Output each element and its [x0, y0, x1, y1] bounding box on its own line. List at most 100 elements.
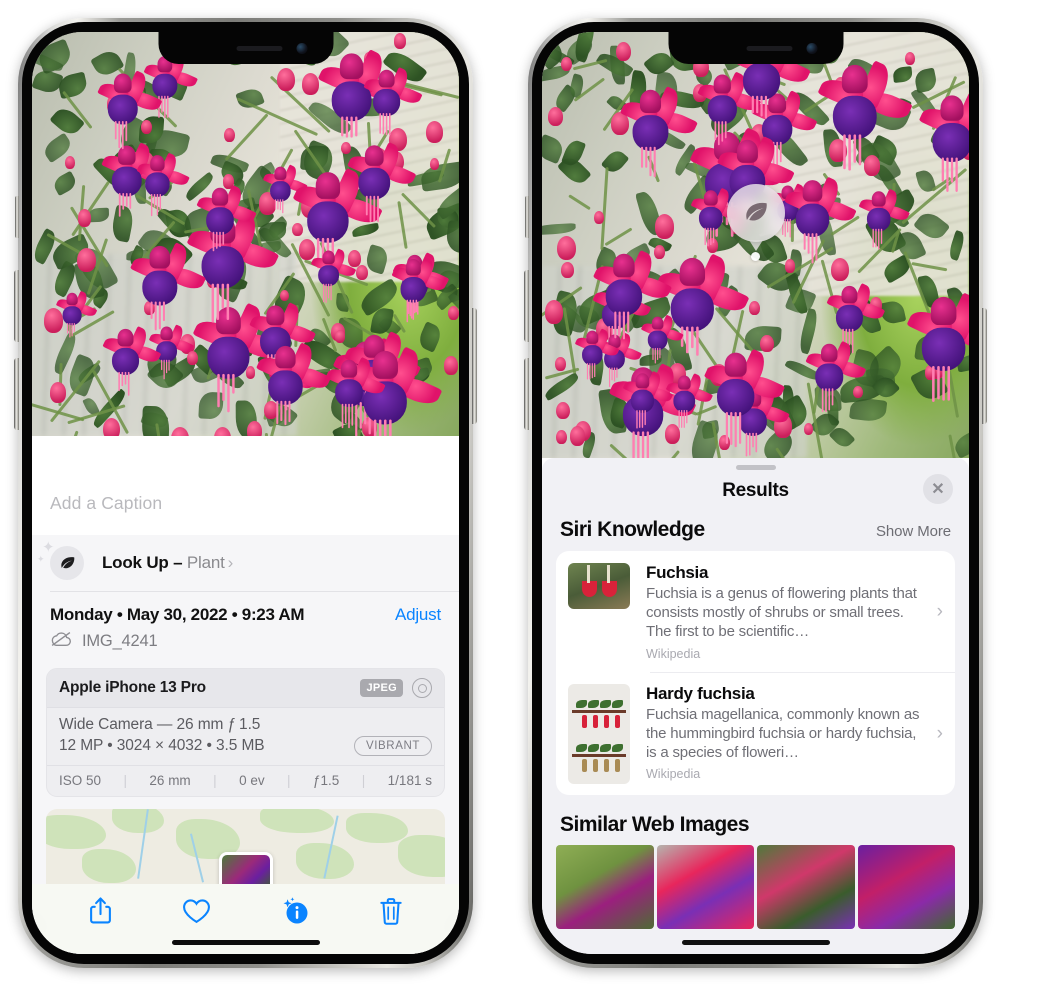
photo-bud	[277, 67, 296, 92]
similar-web-image[interactable]	[556, 844, 654, 929]
earpiece-speaker	[746, 45, 792, 51]
knowledge-result-row[interactable]: Hardy fuchsia Fuchsia magellanica, common…	[556, 671, 955, 795]
photo-bud	[425, 120, 444, 144]
screen-left: Add a Caption ✦ ✦ Look Up – Plant › Monda…	[32, 32, 459, 954]
notch	[158, 32, 333, 64]
power-button[interactable]	[982, 308, 987, 424]
map-photo-pin[interactable]	[218, 852, 273, 884]
photo-bud	[560, 56, 572, 71]
photo-bud	[299, 239, 315, 260]
photo-bud	[555, 430, 567, 445]
photo-bud	[718, 434, 731, 450]
photo-bud	[393, 32, 407, 49]
photo-bud	[187, 350, 199, 366]
photo-bud	[853, 386, 863, 399]
home-indicator[interactable]	[681, 940, 830, 945]
close-icon[interactable]: ✕	[923, 474, 953, 504]
photo-bud	[292, 222, 303, 237]
image-size-info: 12 MP • 3024 × 4032 • 3.5 MB	[59, 737, 265, 754]
trash-icon[interactable]	[379, 897, 403, 926]
photo-bud	[224, 127, 235, 142]
lens-info: Wide Camera — 26 mm ƒ 1.5	[59, 716, 261, 733]
exif-stat: 0 ev	[239, 773, 265, 788]
share-icon[interactable]	[88, 896, 113, 926]
sparkle-small-icon: ✦	[37, 554, 45, 564]
result-title: Hardy fuchsia	[646, 683, 755, 703]
front-camera-icon	[296, 42, 307, 54]
photo-toolbar	[32, 884, 459, 932]
photo-bud	[247, 421, 263, 436]
photo-bud	[355, 264, 368, 281]
exif-stat: 26 mm	[149, 773, 191, 788]
visual-lookup-pin[interactable]	[726, 184, 785, 261]
similar-web-image[interactable]	[857, 844, 955, 929]
knowledge-result-row[interactable]: Fuchsia Fuchsia is a genus of flowering p…	[556, 551, 955, 672]
section-title: Similar Web Images	[560, 812, 750, 836]
photo-filename: IMG_4241	[82, 632, 158, 650]
exif-separator: |	[123, 773, 127, 788]
volume-up-button[interactable]	[524, 270, 529, 342]
photo-bud	[748, 300, 760, 316]
chevron-right-icon: ›	[936, 722, 943, 744]
camera-model: Apple iPhone 13 Pro	[59, 679, 206, 696]
volume-down-button[interactable]	[14, 358, 19, 430]
volume-down-button[interactable]	[524, 358, 529, 430]
photo-bud	[555, 357, 566, 371]
caption-input[interactable]: Add a Caption	[32, 474, 459, 535]
photo-bud	[341, 141, 351, 154]
siri-knowledge-card: Fuchsia Fuchsia is a genus of flowering p…	[556, 551, 955, 795]
format-badge: JPEG	[360, 679, 403, 697]
section-title: Siri Knowledge	[560, 518, 705, 541]
photo-bud	[102, 417, 120, 436]
sparkle-icon: ✦	[42, 539, 55, 556]
result-description: Fuchsia is a genus of flowering plants t…	[646, 585, 917, 641]
results-sheet: Results ✕ Siri Knowledge Show More Fuchs…	[542, 458, 969, 954]
raw-capture-icon	[412, 678, 432, 698]
show-more-button[interactable]: Show More	[876, 523, 951, 540]
mute-switch[interactable]	[15, 196, 19, 238]
photo-bud	[545, 300, 563, 324]
heart-icon[interactable]	[182, 898, 211, 924]
photo-viewer[interactable]	[542, 32, 969, 458]
volume-up-button[interactable]	[14, 270, 19, 342]
photo-bud	[654, 244, 666, 259]
photo-info-sheet: Add a Caption ✦ ✦ Look Up – Plant › Monda…	[32, 474, 459, 954]
exif-separator: |	[213, 773, 217, 788]
leaf-icon[interactable]	[726, 184, 785, 242]
photo-bud	[593, 211, 604, 224]
look-up-label: Look Up – Plant ›	[102, 553, 233, 573]
photo-bud	[557, 236, 576, 261]
sheet-title: Results	[722, 480, 789, 501]
exif-badges: JPEG	[360, 678, 432, 698]
phone-left: Add a Caption ✦ ✦ Look Up – Plant › Monda…	[14, 18, 477, 968]
photo-bud	[64, 156, 75, 170]
photo-bud	[863, 155, 880, 177]
result-source: Wikipedia	[646, 646, 701, 661]
exif-stat: ƒ1.5	[313, 773, 340, 788]
home-indicator[interactable]	[32, 932, 459, 954]
photo-bud	[760, 334, 774, 352]
notch	[668, 32, 843, 64]
info-sparkle-icon[interactable]	[280, 896, 310, 926]
look-up-category: Plant	[186, 553, 225, 572]
photo-bud	[430, 157, 440, 170]
photographic-style-badge: VIBRANT	[353, 736, 432, 756]
photo-date: Monday • May 30, 2022 • 9:23 AM	[50, 605, 305, 624]
photo-bud	[44, 308, 63, 333]
earpiece-speaker	[236, 45, 282, 51]
photo-viewer[interactable]	[32, 32, 459, 436]
pin-dot	[751, 252, 760, 261]
mute-switch[interactable]	[525, 196, 529, 238]
result-body: Fuchsia Fuchsia is a genus of flowering p…	[646, 563, 929, 661]
adjust-button[interactable]: Adjust	[395, 605, 441, 625]
exif-stat: ISO 50	[59, 773, 102, 788]
photo-bud	[443, 356, 458, 375]
look-up-row[interactable]: ✦ ✦ Look Up – Plant ›	[32, 535, 459, 592]
photo-bud	[50, 382, 67, 404]
similar-web-image[interactable]	[656, 844, 754, 929]
photo-location-map[interactable]	[46, 809, 445, 884]
similar-web-image[interactable]	[757, 844, 855, 929]
power-button[interactable]	[472, 308, 477, 424]
similar-web-images-header: Similar Web Images	[542, 795, 969, 845]
results-header: Results ✕	[542, 470, 969, 516]
